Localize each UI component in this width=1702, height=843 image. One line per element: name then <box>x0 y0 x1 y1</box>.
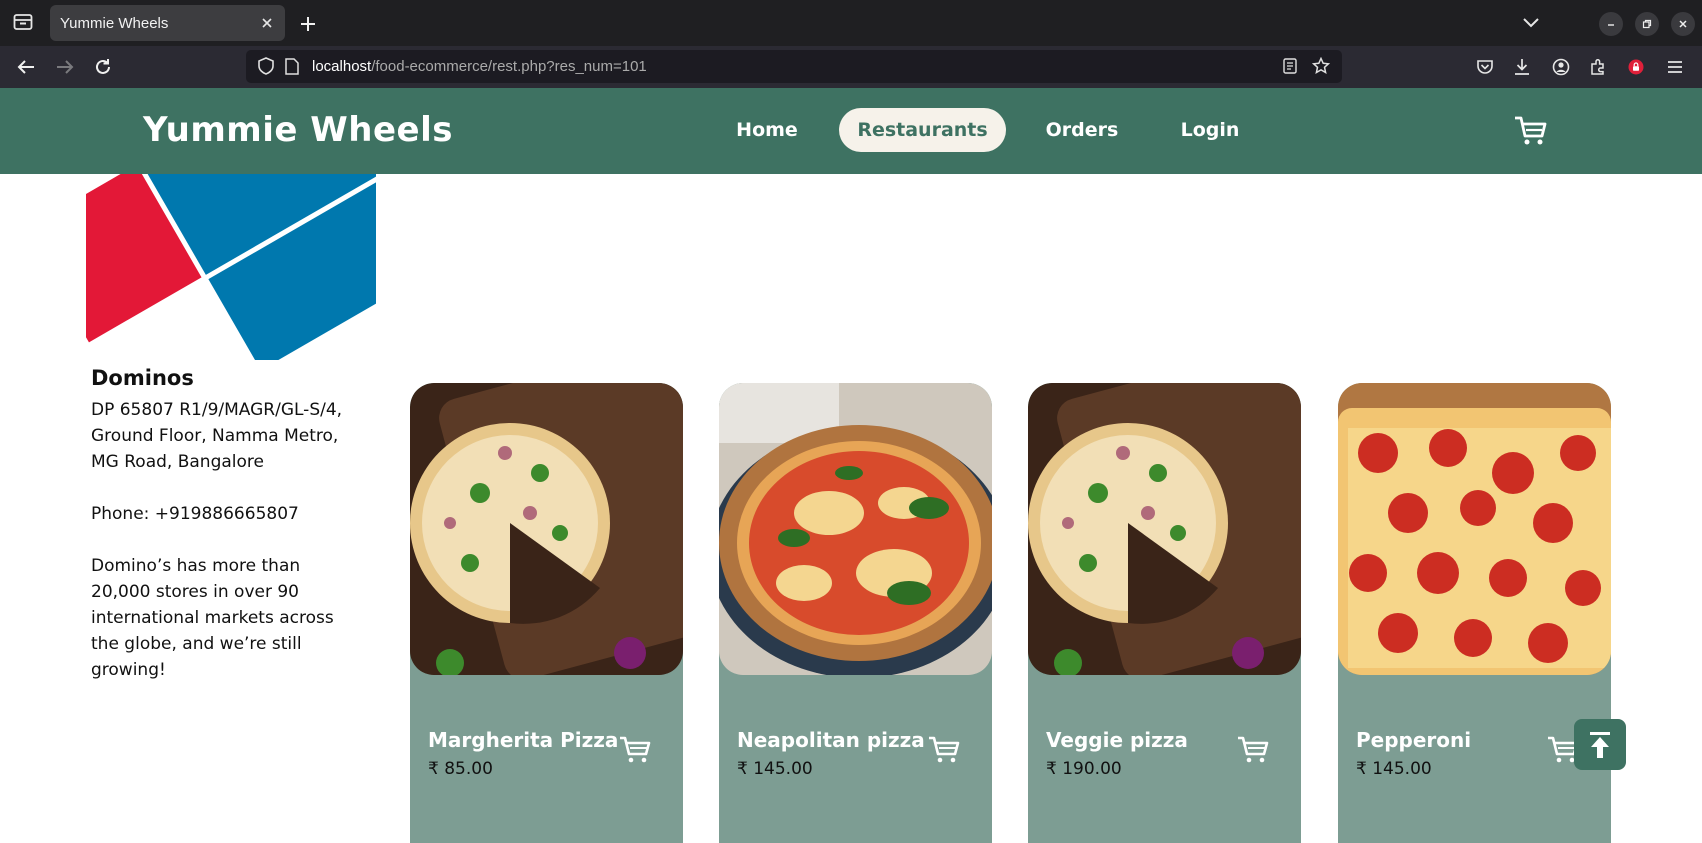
browser-tab[interactable]: Yummie Wheels <box>50 5 285 41</box>
address-line: DP 65807 R1/9/MAGR/GL-S/4, <box>91 400 343 420</box>
address-bar[interactable]: localhost/food-ecommerce/rest.php?res_nu… <box>246 50 1342 83</box>
addon-lock-icon[interactable] <box>1624 55 1648 79</box>
add-to-cart-icon[interactable] <box>928 735 962 765</box>
browser-tab-bar: Yummie Wheels <box>0 0 1702 46</box>
tab-title: Yummie Wheels <box>60 15 169 32</box>
description-line: growing! <box>91 660 166 680</box>
add-to-cart-icon[interactable] <box>619 735 653 765</box>
download-icon[interactable] <box>1510 55 1534 79</box>
restaurant-address: DP 65807 R1/9/MAGR/GL-S/4, Ground Floor,… <box>91 397 371 475</box>
site-header: Yummie Wheels Home Restaurants Orders Lo… <box>0 88 1702 174</box>
menu-item-name: Veggie pizza <box>1046 728 1188 752</box>
restaurant-logo <box>23 59 439 438</box>
nav-orders[interactable]: Orders <box>1037 108 1127 152</box>
menu-item-price: ₹ 85.00 <box>428 759 493 779</box>
new-tab-icon[interactable] <box>296 12 320 36</box>
menu-card[interactable]: Pepperoni ₹ 145.00 <box>1338 383 1611 843</box>
address-line: Ground Floor, Namma Metro, <box>91 426 339 446</box>
arrow-up-icon <box>1590 731 1610 758</box>
pizza-on-board-image <box>410 383 683 675</box>
shield-icon[interactable] <box>254 54 278 78</box>
description-line: international markets across <box>91 608 334 628</box>
url-path: /food-ecommerce/rest.php?res_num=101 <box>371 58 647 75</box>
extensions-icon[interactable] <box>1586 55 1610 79</box>
cart-icon[interactable] <box>1514 114 1548 148</box>
menu-card[interactable]: Margherita Pizza ₹ 85.00 <box>410 383 683 843</box>
menu-hamburger-icon[interactable] <box>1663 55 1687 79</box>
url-host: localhost <box>312 58 372 75</box>
account-icon[interactable] <box>1549 55 1573 79</box>
description-line: 20,000 stores in over 90 <box>91 582 299 602</box>
pizza-on-board-image <box>1028 383 1301 675</box>
menu-item-name: Neapolitan pizza <box>737 728 925 752</box>
menu-item-price: ₹ 190.00 <box>1046 759 1122 779</box>
tab-list-icon[interactable] <box>10 10 36 34</box>
nav-login[interactable]: Login <box>1165 108 1255 152</box>
window-close-icon[interactable] <box>1671 12 1695 36</box>
browser-toolbar: localhost/food-ecommerce/rest.php?res_nu… <box>0 46 1702 88</box>
back-icon[interactable] <box>14 55 38 79</box>
description-line: the globe, and we’re still <box>91 634 302 654</box>
minimize-icon[interactable] <box>1599 12 1623 36</box>
menu-item-name: Pepperoni <box>1356 728 1472 752</box>
back-to-top-button[interactable] <box>1574 719 1626 770</box>
chevron-down-icon[interactable] <box>1520 12 1542 34</box>
brand-logo-text[interactable]: Yummie Wheels <box>143 110 453 150</box>
address-line: MG Road, Bangalore <box>91 452 264 472</box>
restaurant-description: Domino’s has more than 20,000 stores in … <box>91 553 371 683</box>
menu-item-price: ₹ 145.00 <box>1356 759 1432 779</box>
restaurant-phone: Phone: +919886665807 <box>91 504 299 524</box>
forward-icon[interactable] <box>53 55 77 79</box>
menu-card[interactable]: Veggie pizza ₹ 190.00 <box>1028 383 1301 843</box>
restore-icon[interactable] <box>1635 12 1659 36</box>
url-text[interactable]: localhost/food-ecommerce/rest.php?res_nu… <box>312 58 647 75</box>
add-to-cart-icon[interactable] <box>1237 735 1271 765</box>
reload-icon[interactable] <box>91 55 115 79</box>
page-icon[interactable] <box>280 54 304 78</box>
description-line: Domino’s has more than <box>91 556 301 576</box>
reader-view-icon[interactable] <box>1278 54 1302 78</box>
close-icon[interactable] <box>257 13 277 33</box>
menu-card[interactable]: Neapolitan pizza ₹ 145.00 <box>719 383 992 843</box>
nav-restaurants[interactable]: Restaurants <box>839 108 1006 152</box>
menu-item-name: Margherita Pizza <box>428 728 619 752</box>
pocket-icon[interactable] <box>1473 55 1497 79</box>
nav-home[interactable]: Home <box>722 108 812 152</box>
restaurant-name: Dominos <box>91 366 194 390</box>
menu-item-price: ₹ 145.00 <box>737 759 813 779</box>
pepperoni-pizza-image <box>1338 383 1611 675</box>
neapolitan-pizza-image <box>719 383 992 675</box>
bookmark-star-icon[interactable] <box>1309 54 1333 78</box>
